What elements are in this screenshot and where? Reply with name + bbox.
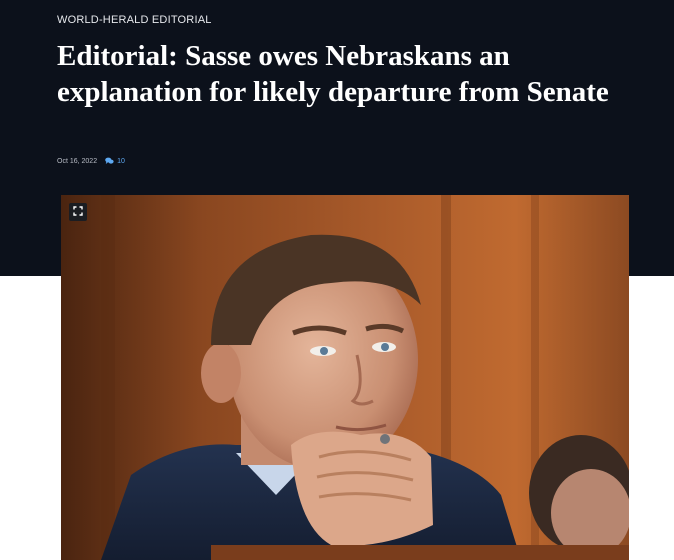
- publish-date: Oct 16, 2022: [57, 157, 98, 165]
- article-page: WORLD-HERALD EDITORIAL Editorial: Sasse …: [0, 0, 674, 560]
- article-meta: Oct 16, 2022 10: [57, 157, 125, 165]
- section-kicker[interactable]: WORLD-HERALD EDITORIAL: [57, 14, 212, 26]
- comment-count: 10: [117, 157, 125, 165]
- lead-photo[interactable]: [61, 195, 629, 560]
- expand-icon: [73, 203, 83, 221]
- article-headline: Editorial: Sasse owes Nebraskans an expl…: [57, 40, 609, 108]
- photo-illustration: [61, 195, 629, 560]
- expand-photo-button[interactable]: [69, 203, 87, 221]
- comment-bubble-icon: [105, 157, 114, 165]
- comments-link[interactable]: 10: [105, 157, 125, 165]
